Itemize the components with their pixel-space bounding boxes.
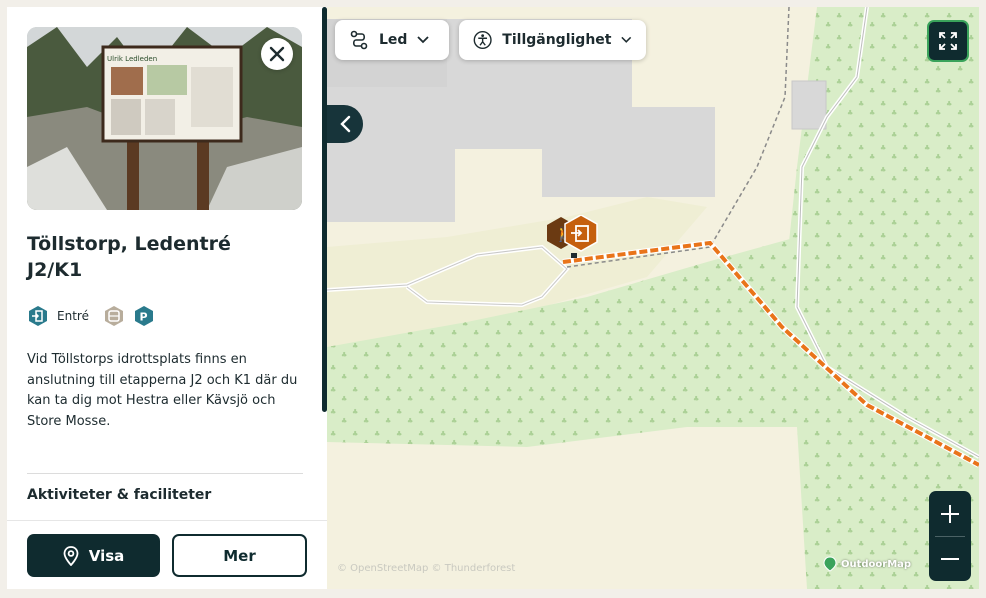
more-button[interactable]: Mer xyxy=(172,534,307,577)
toilet-icon xyxy=(103,305,125,327)
provider-logo: OutdoorMap xyxy=(823,556,911,572)
panel-footer: Visa Mer xyxy=(7,520,327,589)
accessibility-icon xyxy=(473,30,492,50)
plus-icon xyxy=(941,504,959,523)
tag-label-entrance: Entré xyxy=(57,309,89,323)
location-title: Töllstorp, Ledentré J2/K1 xyxy=(27,233,231,281)
trail-markers[interactable]: 🚶 xyxy=(545,215,601,265)
accessibility-filter-label: Tillgänglighet xyxy=(502,32,612,48)
parking-icon: P xyxy=(133,305,155,327)
facility-tags: Entré P xyxy=(27,305,155,327)
zoom-in-button[interactable] xyxy=(929,491,971,536)
route-icon xyxy=(350,30,368,50)
show-button-label: Visa xyxy=(88,546,125,565)
zoom-out-button[interactable] xyxy=(929,536,971,581)
location-description: Vid Töllstorps idrottsplats finns en ans… xyxy=(27,352,298,429)
chevron-down-icon xyxy=(621,36,632,43)
map-canvas[interactable]: ♣ ♣ xyxy=(327,7,979,589)
svg-text:P: P xyxy=(139,311,147,324)
map-attribution[interactable]: © OpenStreetMap © Thunderforest xyxy=(337,563,515,574)
sign-text: Ulrik Ledleden xyxy=(107,55,157,63)
outdoormap-logo-icon xyxy=(823,556,837,572)
route-filter-button[interactable]: Led xyxy=(335,20,449,60)
route-filter-label: Led xyxy=(379,32,408,48)
zoom-controls xyxy=(929,491,971,581)
show-on-map-button[interactable]: Visa xyxy=(27,534,160,577)
chevron-left-icon xyxy=(340,115,351,133)
chevron-down-icon xyxy=(417,36,430,44)
more-button-label: Mer xyxy=(223,546,256,565)
expand-icon xyxy=(939,32,957,50)
provider-name: OutdoorMap xyxy=(841,558,912,570)
app-frame: ♣ ♣ xyxy=(7,7,979,589)
close-icon xyxy=(269,46,285,62)
info-panel: Ulrik Ledleden Töllstorp, Ledentré J2/K1… xyxy=(7,7,327,589)
panel-scrollbar[interactable] xyxy=(322,7,327,412)
entrance-icon xyxy=(27,305,49,327)
location-pin-icon xyxy=(63,545,79,566)
divider xyxy=(27,473,303,474)
activities-heading: Aktiviteter & faciliteter xyxy=(27,487,212,503)
minus-icon xyxy=(941,557,959,560)
accessibility-filter-button[interactable]: Tillgänglighet xyxy=(459,20,646,60)
close-button[interactable] xyxy=(261,38,293,70)
map-graphic: ♣ ♣ xyxy=(327,7,979,589)
fullscreen-button[interactable] xyxy=(927,20,969,62)
